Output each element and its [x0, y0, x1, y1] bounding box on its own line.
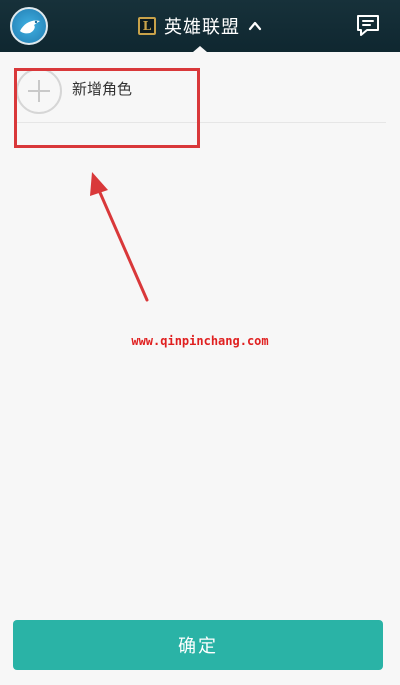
confirm-button[interactable]: 确定 [13, 620, 383, 670]
watermark-text: www.qinpinchang.com [131, 334, 269, 348]
